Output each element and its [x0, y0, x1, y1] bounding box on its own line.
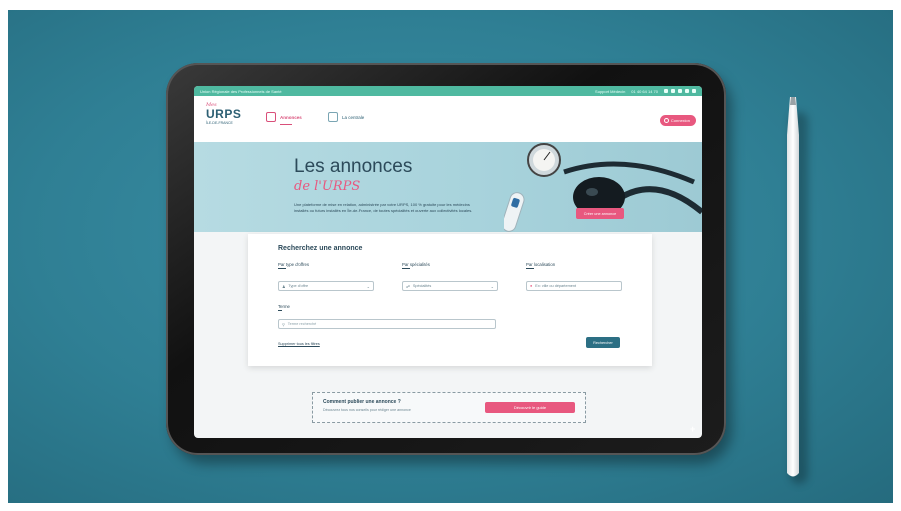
announcements-icon	[266, 112, 276, 122]
twitter-icon[interactable]	[671, 89, 675, 93]
page-title: Les annonces	[294, 156, 413, 177]
input-placeholder: Ex: ville ou département	[535, 284, 577, 288]
hero-banner: Les annonces de l'URPS Une plateforme de…	[194, 142, 702, 232]
stylus-pencil	[787, 97, 799, 477]
linkedin-icon[interactable]	[678, 89, 682, 93]
active-underline	[280, 124, 292, 126]
publish-guide-box: Comment publier une annonce ? Découvrez …	[312, 392, 586, 423]
logo-sub-text: ÎLE-DE-FRANCE	[206, 121, 233, 125]
filter-label-text: Par localisation	[526, 262, 556, 267]
create-ad-button[interactable]: Créer une annonce	[576, 208, 624, 219]
term-label-text: Terme	[278, 304, 290, 309]
search-button[interactable]: Rechercher	[586, 337, 620, 348]
select-placeholder: Spécialités	[412, 284, 432, 288]
top-bar: Union Régionale des Professionnels de Sa…	[194, 86, 702, 96]
label-underline	[278, 268, 286, 269]
mail-icon[interactable]	[664, 89, 668, 93]
nav-item-centrale[interactable]: La centrale	[328, 112, 364, 122]
facebook-icon[interactable]	[692, 89, 696, 93]
label-underline	[278, 310, 282, 311]
publish-title: Comment publier une annonce ?	[323, 399, 401, 405]
hero-description: Une plateforme de mise en relation, admi…	[294, 202, 473, 213]
filter-label-specialty: Par spécialités	[402, 262, 430, 269]
search-heading: Recherchez une annonce	[278, 245, 363, 252]
filter-label-text: Par type d'offres	[278, 262, 310, 267]
social-icons	[664, 89, 696, 93]
chevron-down-icon: ⌄	[366, 283, 370, 289]
topbar-text: Union Régionale des Professionnels de Sa…	[200, 88, 282, 94]
clear-filters-link[interactable]: Supprimer tous les filtres	[278, 342, 320, 346]
select-placeholder: Type d'offre	[288, 284, 309, 288]
discover-guide-button[interactable]: Découvrir le guide	[485, 402, 575, 413]
page-subtitle: de l'URPS	[294, 179, 361, 194]
offer-type-select[interactable]: ♟ Type d'offre ⌄	[278, 281, 374, 291]
urps-logo[interactable]: Mes URPS ÎLE-DE-FRANCE	[206, 102, 242, 134]
specialty-select[interactable]: ☍ Spécialités ⌄	[402, 281, 498, 291]
nav-item-label: La centrale	[342, 114, 365, 120]
term-label: Terme	[278, 304, 290, 311]
pin-icon: ●	[530, 284, 533, 288]
main-nav: Mes URPS ÎLE-DE-FRANCE Annonces La centr…	[194, 96, 702, 142]
user-circle-icon	[663, 118, 669, 123]
logo-main-text: URPS	[206, 107, 242, 121]
plus-icon: +	[690, 424, 696, 434]
search-card: Recherchez une annonce Par type d'offres…	[248, 234, 652, 366]
building-icon	[328, 112, 338, 122]
filter-label-location: Par localisation	[526, 262, 555, 269]
nav-item-label: Annonces	[280, 114, 302, 120]
filter-label-type: Par type d'offres	[278, 262, 309, 269]
publish-description: Découvrez tous nos conseils pour rédiger…	[323, 408, 411, 412]
connect-button-label: Connexion	[670, 118, 690, 123]
youtube-icon[interactable]	[685, 89, 689, 93]
input-placeholder: Terme recherché	[287, 322, 317, 326]
location-input[interactable]: ● Ex: ville ou département	[526, 281, 622, 291]
term-search-input[interactable]: ⚲ Terme recherché	[278, 319, 496, 329]
filter-label-text: Par spécialités	[402, 262, 430, 267]
topbar-right: Support Médecin 01 40 64 14 70	[595, 89, 696, 94]
nav-item-annonces[interactable]: Annonces	[266, 112, 302, 126]
phone-link[interactable]: 01 40 64 14 70	[631, 89, 658, 94]
label-underline	[402, 268, 410, 269]
stethoscope-icon: ☍	[406, 284, 410, 289]
search-icon: ⚲	[282, 322, 285, 327]
tablet-screen: Union Régionale des Professionnels de Sa…	[194, 86, 702, 438]
label-underline	[526, 268, 534, 269]
user-icon: ♟	[282, 284, 286, 289]
chevron-down-icon: ⌄	[490, 283, 494, 289]
connect-button[interactable]: Connexion	[659, 115, 696, 126]
support-link[interactable]: Support Médecin	[595, 89, 625, 94]
